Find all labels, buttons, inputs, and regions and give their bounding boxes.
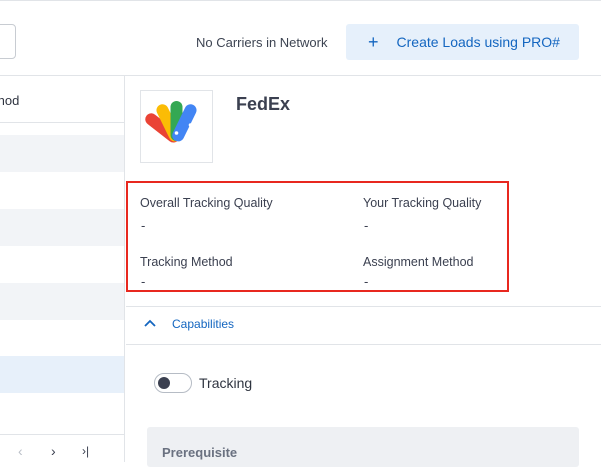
list-row-selected[interactable] <box>0 356 124 393</box>
list-row[interactable] <box>0 209 124 246</box>
tracking-toggle-label: Tracking <box>199 375 253 391</box>
create-loads-label: Create Loads using PRO# <box>396 34 560 50</box>
top-bar: No Carriers in Network + Create Loads us… <box>0 0 601 76</box>
assignment-method-label: Assignment Method <box>363 255 474 269</box>
list-row[interactable] <box>0 246 124 283</box>
chevron-up-icon <box>144 319 156 327</box>
list-row[interactable] <box>0 172 124 209</box>
tracking-quality-panel: Overall Tracking Quality - Your Tracking… <box>126 181 509 292</box>
prev-page-icon[interactable]: ‹ <box>18 443 23 459</box>
pagination: ‹ › ›| <box>0 434 124 462</box>
carrier-name: FedEx <box>236 94 291 114</box>
prerequisite-section: Prerequisite <box>147 427 579 467</box>
next-page-icon[interactable]: › <box>51 443 56 459</box>
capabilities-toggle[interactable]: Capabilities <box>126 306 601 344</box>
carrier-logo <box>140 90 213 163</box>
capabilities-label: Capabilities <box>172 317 235 331</box>
assignment-method-value: - <box>364 274 369 289</box>
carrier-list-panel: thod ‹ › ›| <box>0 76 125 462</box>
your-tracking-quality-value: - <box>364 218 369 233</box>
list-row[interactable] <box>0 320 124 357</box>
list-row[interactable] <box>0 135 124 172</box>
create-loads-button[interactable]: + Create Loads using PRO# <box>346 24 579 60</box>
list-row[interactable] <box>0 393 124 430</box>
prerequisite-label: Prerequisite <box>162 445 238 460</box>
your-tracking-quality-label: Your Tracking Quality <box>363 196 482 210</box>
tracking-method-label: Tracking Method <box>140 255 233 269</box>
search-input[interactable] <box>0 24 16 59</box>
tracking-toggle[interactable] <box>154 373 192 393</box>
last-page-icon[interactable]: ›| <box>82 444 89 458</box>
column-header-method[interactable]: thod <box>0 76 124 123</box>
toggle-knob <box>158 377 170 389</box>
section-divider <box>126 344 601 345</box>
overall-tracking-quality-label: Overall Tracking Quality <box>140 196 273 210</box>
tracking-method-value: - <box>141 274 146 289</box>
column-header-label: thod <box>0 93 20 108</box>
carrier-network-status: No Carriers in Network <box>196 35 328 50</box>
plus-icon: + <box>368 32 379 52</box>
overall-tracking-quality-value: - <box>141 218 146 233</box>
list-row[interactable] <box>0 283 124 320</box>
carrier-logo-icon <box>145 101 197 143</box>
